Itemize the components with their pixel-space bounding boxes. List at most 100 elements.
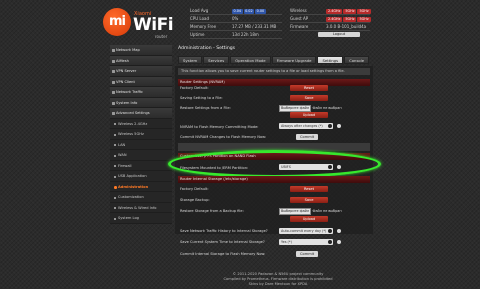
- sidebar-item-label: System Log: [118, 216, 139, 220]
- help-icon[interactable]: [337, 240, 341, 244]
- commit-storage-button[interactable]: Commit: [296, 251, 319, 257]
- save-traffic-label: Save Network Traffic History to Internal…: [180, 229, 268, 233]
- save-time-select[interactable]: Yes (*): [279, 239, 333, 245]
- sidebar-item-customization[interactable]: Customization: [110, 192, 172, 203]
- commit-nvram-label: Commit NVRAM Changes to Flash Memory Now…: [180, 135, 267, 139]
- bullet-icon: [114, 175, 116, 178]
- sidebar-nav: Network Map AiMesh VPN Server VPN Client Net…: [110, 45, 172, 224]
- divider: [190, 14, 282, 15]
- sidebar-item-label: Network Traffic: [116, 90, 143, 94]
- commit-storage-label: Commit Internal Storage to Flash Memory …: [180, 252, 266, 256]
- sidebar-item-label: LAN: [118, 142, 126, 147]
- sidebar-item-label: Wireless & Wired Info: [118, 205, 157, 210]
- reset-storage-button[interactable]: Reset: [290, 186, 328, 192]
- divider: [190, 30, 282, 31]
- storage-file-input[interactable]: Выберите файл Файл не выбран: [279, 208, 342, 215]
- divider: [190, 38, 282, 39]
- storage-backup-label: Storage Backup:: [180, 198, 210, 202]
- sidebar-item-wireless-5ghz[interactable]: Wireless 5GHz: [110, 129, 172, 140]
- sidebar-item-label: Firewall: [118, 163, 132, 168]
- no-file-text: Файл не выбран: [312, 209, 342, 213]
- divider: [290, 30, 370, 31]
- logout-button[interactable]: Logout: [318, 32, 360, 37]
- nvram-commit-mode-select[interactable]: Always after changes (*): [279, 123, 333, 129]
- sidebar-item-vpn-server[interactable]: VPN Server: [110, 66, 172, 77]
- bullet-icon: [114, 123, 116, 125]
- commit-nvram-button[interactable]: Commit: [296, 134, 319, 140]
- menu-icon: [111, 70, 115, 73]
- sidebar-item-label: Customization: [118, 195, 144, 199]
- footer-compiled: Compiled by Prometheus. Firmware distrib…: [223, 277, 333, 281]
- sidebar-item-label: VPN Client: [116, 79, 135, 84]
- reset-button[interactable]: Reset: [290, 85, 328, 91]
- page-title: Administration - Settings: [178, 46, 236, 51]
- upload-storage-button[interactable]: Upload: [290, 216, 328, 222]
- logo: mi Xiaomi WiFi router: [103, 8, 187, 39]
- tab-settings[interactable]: Settings: [317, 56, 344, 64]
- upload-button[interactable]: Upload: [290, 112, 328, 118]
- save-traffic-value: Auto-commit every day (*): [281, 229, 327, 233]
- sidebar-item-firewall[interactable]: Firewall: [110, 160, 172, 171]
- sidebar-item-label: Wireless 5GHz: [118, 132, 144, 136]
- sidebar-item-usb-application[interactable]: USB Application: [110, 171, 172, 182]
- nvram-commit-mode-label: NVRAM to Flash Memory Committing Mode:: [180, 125, 259, 129]
- choose-file-button[interactable]: Выберите файл: [279, 105, 312, 112]
- tab-firmware-upgrade[interactable]: Firmware Upgrade: [271, 56, 317, 64]
- stat-label: Load Avg: [190, 8, 209, 13]
- restore-storage-label: Restore Storage from a Backup file:: [180, 209, 244, 213]
- tab-operation-mode[interactable]: Operation Mode: [230, 56, 271, 64]
- sidebar-item-administration[interactable]: Administration: [110, 181, 172, 192]
- bullet-icon: [114, 217, 116, 220]
- tab-services[interactable]: Services: [203, 56, 230, 64]
- sidebar-item-lan[interactable]: LAN: [110, 139, 172, 150]
- save-button[interactable]: Save: [290, 95, 328, 101]
- menu-icon: [111, 80, 115, 84]
- stat-label: Guest AP: [290, 16, 309, 21]
- sidebar-item-wan[interactable]: WAN: [110, 150, 172, 161]
- save-traffic-select[interactable]: Auto-commit every day (*): [279, 228, 333, 234]
- logo-mark-text: mi: [108, 14, 126, 29]
- sidebar-item-network-traffic[interactable]: Network Traffic: [110, 87, 172, 98]
- logo-title: WiFi: [133, 15, 174, 35]
- tab-system[interactable]: System: [178, 56, 203, 64]
- save-time-value: Yes (*): [281, 240, 292, 244]
- sidebar-item-advanced-settings[interactable]: Advanced Settings: [110, 108, 172, 119]
- sidebar-item-network-map[interactable]: Network Map: [110, 45, 172, 56]
- sidebar-item-aimesh[interactable]: AiMesh: [110, 55, 172, 66]
- stat-value: 17.27 MB / 233.31 MB: [232, 24, 277, 29]
- sidebar-item-label: Administration: [118, 184, 149, 189]
- restore-settings-label: Restore Settings from a File:: [180, 106, 231, 110]
- bullet-icon: [114, 207, 116, 209]
- no-file-text: Файл не выбран: [312, 106, 342, 110]
- help-icon[interactable]: [337, 124, 341, 128]
- menu-icon: [111, 101, 115, 105]
- sidebar-item-vpn-client[interactable]: VPN Client: [110, 76, 172, 87]
- menu-icon: [111, 59, 115, 63]
- settings-file-input[interactable]: Выберите файл Файл не выбран: [279, 105, 342, 112]
- section-nvram: Router Settings (NVRAM): [178, 79, 370, 86]
- sidebar-item-label: Advanced Settings: [116, 111, 150, 115]
- sidebar-item-system-info[interactable]: System Info: [110, 97, 172, 108]
- highlight-ellipse: [168, 150, 381, 178]
- stat-label: CPU Load: [190, 16, 209, 21]
- sidebar-item-label: WAN: [118, 153, 127, 157]
- storage-backup-button[interactable]: Save: [290, 197, 328, 203]
- sidebar-item-label: Network Map: [116, 48, 140, 52]
- bullet-icon: [114, 154, 116, 157]
- divider: [190, 22, 282, 23]
- sidebar-item-wireless-2-4ghz[interactable]: Wireless 2.4GHz: [110, 118, 172, 129]
- tab-console[interactable]: Console: [344, 56, 370, 64]
- sidebar-item-wireless-wired-info[interactable]: Wireless & Wired Info: [110, 202, 172, 213]
- choose-file-button[interactable]: Выберите файл: [279, 208, 312, 215]
- chevron-down-icon: [328, 229, 332, 233]
- arrow-right-icon: [114, 186, 117, 189]
- stat-label: Firmware: [290, 24, 309, 29]
- nvram-commit-mode-value: Always after changes (*): [281, 124, 323, 128]
- stat-label: Memory Free: [190, 24, 217, 29]
- stat-label: Uptime: [190, 32, 205, 37]
- sidebar-item-system-log[interactable]: System Log: [110, 213, 172, 224]
- bullet-icon: [114, 133, 116, 136]
- footer-copyright: © 2011-2020 Padavan & N56U project commu…: [232, 272, 324, 276]
- menu-icon: [111, 49, 115, 52]
- help-icon[interactable]: [337, 229, 341, 233]
